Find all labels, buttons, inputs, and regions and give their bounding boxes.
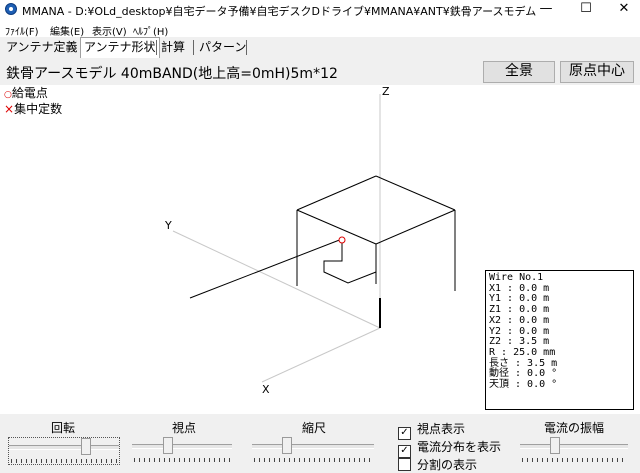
viewpoint-label: 視点 <box>172 421 197 435</box>
rotate-slider-ticks <box>11 459 117 463</box>
tab-antenna-definition[interactable]: アンテナ定義 <box>3 38 81 56</box>
rotate-label: 回転 <box>51 421 76 435</box>
scale-label: 縮尺 <box>302 421 327 435</box>
y-axis-line <box>172 230 381 329</box>
x-axis-label: X <box>262 383 270 396</box>
current-amp-slider[interactable] <box>520 437 628 465</box>
scale-slider-thumb[interactable] <box>282 437 292 454</box>
rotate-slider[interactable] <box>8 437 120 465</box>
info-line: X2 : 0.0 m <box>489 314 550 326</box>
viewpoint-slider-ticks <box>134 458 230 462</box>
show-segments-label: 分割の表示 <box>417 458 478 472</box>
menu-edit[interactable]: 編集(E) <box>50 23 84 38</box>
wire <box>375 209 456 245</box>
tab-bar: アンテナ定義 アンテナ形状 計算 パターン <box>0 37 640 58</box>
wire <box>375 175 456 211</box>
z-axis-label: Z <box>382 86 390 98</box>
model-title: 鉄骨アースモデル 40mBAND(地上高=0mH)5m*12 <box>6 66 338 82</box>
header-row: 鉄骨アースモデル 40mBAND(地上高=0mH)5m*12 全景 原点中心 <box>0 58 640 85</box>
x-axis-line <box>261 327 381 383</box>
wire <box>323 242 377 284</box>
viewpoint-slider-track <box>132 444 232 449</box>
current-amp-slider-ticks <box>522 458 626 462</box>
tab-separator <box>156 40 157 55</box>
show-viewpoint-checkbox[interactable]: ✓ 視点表示 <box>398 420 465 440</box>
scale-slider-ticks <box>254 458 372 462</box>
viewpoint-slider-thumb[interactable] <box>163 437 173 454</box>
full-view-button[interactable]: 全景 <box>483 61 555 83</box>
feed-point-marker <box>338 236 346 244</box>
wire <box>296 209 377 245</box>
app-icon <box>5 3 17 15</box>
tab-separator <box>246 40 247 55</box>
menu-bar: ﾌｧｲﾙ(F) 編集(E) 表示(V) ﾍﾙﾌﾟ(H) <box>0 20 640 38</box>
show-current-checkbox[interactable]: ✓ 電流分布を表示 <box>398 438 501 458</box>
rotate-slider-thumb[interactable] <box>81 438 91 455</box>
show-viewpoint-label: 視点表示 <box>417 422 466 436</box>
menu-help[interactable]: ﾍﾙﾌﾟ(H) <box>133 23 168 38</box>
show-segments-checkbox[interactable]: 分割の表示 <box>398 456 477 473</box>
menu-file[interactable]: ﾌｧｲﾙ(F) <box>5 23 39 38</box>
viewpoint-slider[interactable] <box>132 437 232 465</box>
scale-slider-track <box>252 444 374 449</box>
current-amp-slider-thumb[interactable] <box>550 437 560 454</box>
origin-center-button[interactable]: 原点中心 <box>560 61 634 83</box>
window-title: MMANA - D:¥OLd_desktop¥自宅データ予備¥自宅デスクDドライ… <box>22 5 537 18</box>
show-current-label: 電流分布を表示 <box>417 440 502 454</box>
wire <box>189 238 343 299</box>
antenna-view[interactable]: ○給電点 ×集中定数 Z Y X Wire No.1 X1 : 0.0 m Y1… <box>0 86 640 414</box>
rotate-slider-track <box>9 445 119 450</box>
tab-separator <box>193 40 194 55</box>
title-bar: MMANA - D:¥OLd_desktop¥自宅データ予備¥自宅デスクDドライ… <box>0 0 640 20</box>
current-amp-slider-track <box>520 444 628 449</box>
controls-panel: 回転 視点 縮尺 ✓ 視点表示 ✓ 電流分布を表示 分割の表示 電流の振幅 <box>0 414 640 473</box>
wire-info-box: Wire No.1 X1 : 0.0 m Y1 : 0.0 m Z1 : 0.0… <box>485 270 634 410</box>
tab-antenna-shape[interactable]: アンテナ形状 <box>80 37 160 58</box>
wire-structure <box>189 175 456 299</box>
scale-slider[interactable] <box>252 437 374 465</box>
tab-calculate[interactable]: 計算 <box>158 38 188 56</box>
tab-pattern[interactable]: パターン <box>196 38 249 56</box>
current-amp-label: 電流の振幅 <box>544 421 605 435</box>
close-button[interactable]: ✕ <box>601 0 640 20</box>
menu-view[interactable]: 表示(V) <box>92 23 127 38</box>
info-line: 天頂 : 0.0 ° <box>489 379 558 391</box>
show-segments-check[interactable] <box>398 458 411 471</box>
y-axis-label: Y <box>164 219 172 232</box>
wire <box>296 175 377 211</box>
